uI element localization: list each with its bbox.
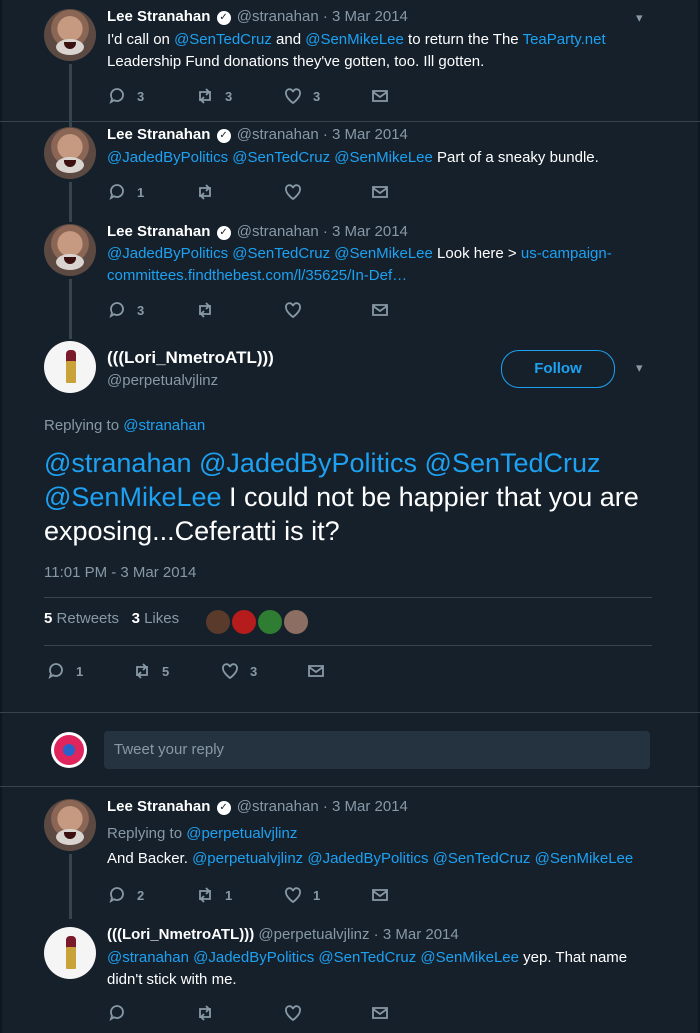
replying-to: Replying to @stranahan [44,417,205,434]
tweet-timestamp[interactable]: 11:01 PM - 3 Mar 2014 [44,564,196,581]
avatar[interactable] [44,927,96,979]
retweet-icon [136,663,148,679]
author-name[interactable]: (((Lori_NmetroATL))) [107,926,254,943]
envelope-icon [308,665,324,677]
reply-button[interactable]: 1 [46,661,83,681]
separator: · [322,798,328,815]
tweet-header: (((Lori_NmetroATL))) @perpetualvjlinz · … [107,926,459,943]
like-button[interactable] [283,1003,303,1023]
retweets-count[interactable]: 5 [44,610,52,627]
like-button[interactable]: 3 [220,661,257,681]
chevron-down-icon[interactable]: ▾ [636,360,643,376]
author-handle[interactable]: @stranahan [237,798,319,815]
divider [0,712,700,713]
avatar[interactable] [44,341,96,393]
divider [44,645,652,646]
mention-link[interactable]: @SenTedCruz [318,949,416,966]
mention-link[interactable]: @perpetualvjlinz [192,850,303,867]
tweet-date[interactable]: 3 Mar 2014 [332,798,408,815]
tweet-text: And Backer. @perpetualvjlinz @JadedByPol… [107,848,647,870]
like-count: 3 [250,663,258,679]
mention-link[interactable]: @SenTedCruz [433,850,531,867]
mention-link[interactable]: @SenMikeLee [535,850,634,867]
replying-label: Replying to [44,417,124,434]
thread-line [69,854,72,919]
separator: · [373,926,379,943]
mention-link[interactable]: @SenMikeLee [420,949,519,966]
retweet-button[interactable] [195,1003,215,1023]
my-avatar[interactable] [51,732,87,768]
reply-icon [109,887,124,903]
reply-button[interactable] [107,1003,127,1023]
mention-link[interactable]: @JadedByPolitics [307,850,428,867]
dm-button[interactable] [370,1003,390,1023]
avatar[interactable] [256,608,284,636]
likes-count[interactable]: 3 [132,610,140,627]
tweet-conversation: Lee Stranahan ✓ @stranahan · 3 Mar 2014 … [0,0,700,1033]
envelope-icon [372,1007,388,1019]
heart-icon [222,663,238,680]
replying-to: Replying to @perpetualvjlinz [107,823,647,845]
mention-link[interactable]: @SenMikeLee [44,482,222,512]
follow-button[interactable]: Follow [501,350,615,388]
mention-link[interactable]: @perpetualvjlinz [186,825,297,842]
author-name[interactable]: (((Lori_NmetroATL))) [107,348,274,368]
mention-link[interactable]: @SenTedCruz [425,448,601,478]
retweet-icon [199,1005,211,1021]
tweet-stats: 5 Retweets 3 Likes [44,610,179,627]
focused-tweet: (((Lori_NmetroATL))) @perpetualvjlinz Fo… [0,0,700,710]
mention-link[interactable]: @stranahan [123,417,205,434]
tweet-header: Lee Stranahan ✓ @stranahan · 3 Mar 2014 [107,798,408,815]
retweet-icon [199,887,211,903]
like-count: 1 [313,887,321,903]
replying-label: Replying to [107,825,187,842]
mention-link[interactable]: @stranahan [44,448,192,478]
divider [44,597,652,598]
mention-link[interactable]: @stranahan [107,949,189,966]
avatar-dot [63,744,75,756]
retweet-button[interactable]: 5 [132,661,169,681]
retweets-label[interactable]: Retweets [57,610,120,627]
dm-button[interactable] [306,661,326,681]
tweet-text: @stranahan @JadedByPolitics @SenTedCruz … [107,947,647,991]
avatar[interactable] [282,608,310,636]
envelope-icon [372,889,388,901]
author-handle[interactable]: @perpetualvjlinz [107,372,218,389]
likes-label[interactable]: Likes [144,610,179,627]
tweet-text: @stranahan @JadedByPolitics @SenTedCruz … [44,446,664,548]
liker-avatars [204,608,310,636]
dm-button[interactable] [370,885,390,905]
author-handle[interactable]: @perpetualvjlinz [258,926,369,943]
text-part: And Backer. [107,850,193,867]
reply-count: 1 [76,663,84,679]
reply-button[interactable]: 2 [107,885,144,905]
reply-count: 2 [137,887,145,903]
mention-link[interactable]: @JadedByPolitics [193,949,314,966]
tweet-4[interactable]: Lee Stranahan ✓ @stranahan · 3 Mar 2014 … [0,787,700,919]
avatar[interactable] [44,799,96,851]
tweet-5[interactable]: (((Lori_NmetroATL))) @perpetualvjlinz · … [0,917,700,1033]
avatar[interactable] [230,608,258,636]
reply-icon [48,663,63,679]
reply-input[interactable]: Tweet your reply [104,731,650,769]
reply-icon [109,1005,124,1021]
retweet-count: 1 [225,887,233,903]
lipstick-tube [66,361,76,383]
mention-link[interactable]: @JadedByPolitics [199,448,417,478]
heart-icon [285,887,301,904]
tweet-date[interactable]: 3 Mar 2014 [383,926,459,943]
heart-icon [285,1005,301,1022]
retweet-count: 5 [162,663,170,679]
retweet-button[interactable]: 1 [195,885,232,905]
lipstick-tube [66,947,76,969]
avatar[interactable] [204,608,232,636]
verified-badge-icon: ✓ [216,801,231,815]
like-button[interactable]: 1 [283,885,320,905]
author-name[interactable]: Lee Stranahan [107,798,210,815]
